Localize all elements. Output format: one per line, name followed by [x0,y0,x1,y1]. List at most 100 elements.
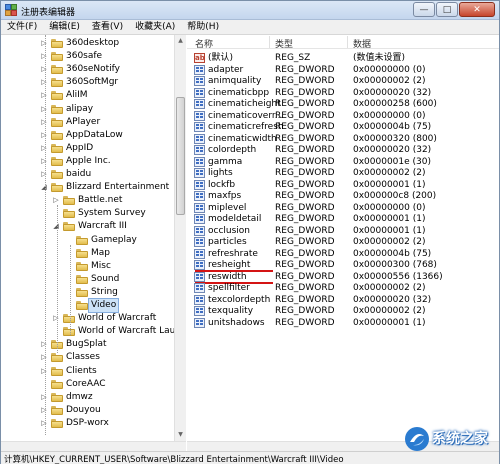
value-type: REG_SZ [275,53,311,63]
tree-item[interactable]: ▷ 360desktop [1,37,174,50]
tree-item[interactable]: ▷ Classes [1,351,174,364]
value-row[interactable]: texquality REG_DWORD 0x00000002 (2) [187,305,499,317]
value-row[interactable]: spellfilter REG_DWORD 0x00000002 (2) [187,282,499,294]
tree-item[interactable]: ▷ 360seNotify [1,63,174,76]
expand-arrow-icon[interactable]: ▷ [40,116,48,129]
value-row[interactable]: unitshadows REG_DWORD 0x00000001 (1) [187,317,499,329]
value-row[interactable]: texcolordepth REG_DWORD 0x00000020 (32) [187,294,499,306]
value-row[interactable]: modeldetail REG_DWORD 0x00000001 (1) [187,213,499,225]
title-bar[interactable]: 注册表编辑器 — □ ✕ [1,1,499,20]
expand-arrow-icon[interactable]: ▷ [40,129,48,142]
folder-icon [51,379,63,389]
menu-favorites[interactable]: 收藏夹(A) [129,20,181,34]
tree-item[interactable]: ▷ Clients [1,365,174,378]
tree-item[interactable]: Misc [1,260,174,273]
value-row[interactable]: particles REG_DWORD 0x00000002 (2) [187,236,499,248]
value-row[interactable]: occlusion REG_DWORD 0x00000001 (1) [187,225,499,237]
expand-arrow-icon[interactable]: ▷ [40,404,48,417]
expand-arrow-icon[interactable]: ▷ [40,351,48,364]
tree-item[interactable]: ▷ Douyou [1,404,174,417]
value-row[interactable]: maxfps REG_DWORD 0x000000c8 (200) [187,190,499,202]
expand-arrow-icon[interactable]: ▷ [40,37,48,50]
tree-item[interactable]: World of Warcraft Laur [1,325,179,338]
value-row[interactable]: cinematicoverr... REG_DWORD 0x00000000 (0) [187,110,499,122]
minimize-button[interactable]: — [413,2,435,17]
header-type[interactable]: 类型 [275,37,293,50]
tree-item[interactable]: ▷ dmwz [1,391,174,404]
tree-item[interactable]: ◢ Warcraft III [1,220,174,233]
window-title: 注册表编辑器 [21,8,76,18]
value-row[interactable]: refreshrate REG_DWORD 0x0000004b (75) [187,248,499,260]
tree-item[interactable]: ▷ Apple Inc. [1,155,174,168]
expand-arrow-icon[interactable]: ▷ [40,417,48,430]
expand-arrow-icon[interactable]: ▷ [52,312,60,325]
close-button[interactable]: ✕ [459,2,495,17]
tree-item[interactable]: ▷ baidu [1,168,174,181]
header-name[interactable]: 名称 [195,37,213,50]
tree-item[interactable]: ▷ DSP-worx [1,417,174,430]
value-row[interactable]: gamma REG_DWORD 0x0000001e (30) [187,156,499,168]
tree-item[interactable]: ▷ Battle.net [1,194,174,207]
tree-item[interactable]: Video [1,298,174,313]
scroll-down-arrow-icon[interactable]: ▼ [175,429,186,441]
value-row[interactable]: animquality REG_DWORD 0x00000002 (2) [187,75,499,87]
tree-item[interactable]: Map [1,247,174,260]
expand-arrow-icon[interactable]: ▷ [40,63,48,76]
value-row[interactable]: lights REG_DWORD 0x00000002 (2) [187,167,499,179]
tree-item[interactable]: ◢ Blizzard Entertainment [1,181,174,194]
tree-item[interactable]: ▷ 360SoftMgr [1,76,174,89]
tree-item[interactable]: ▷ AppDataLow [1,129,174,142]
tree-item[interactable]: ▷ World of Warcraft [1,312,174,325]
header-data[interactable]: 数据 [353,37,371,50]
collapse-arrow-icon[interactable]: ◢ [40,181,48,194]
tree-item[interactable]: ▷ alipay [1,103,174,116]
expand-arrow-icon[interactable]: ▷ [40,365,48,378]
tree-vertical-scrollbar[interactable]: ▲ ▼ [174,35,186,441]
expand-arrow-icon[interactable]: ▷ [40,103,48,116]
value-row[interactable]: cinematicwidth REG_DWORD 0x00000320 (800) [187,133,499,145]
folder-icon [76,274,88,284]
tree-item[interactable]: ▷ 360safe [1,50,174,63]
value-row[interactable]: colordepth REG_DWORD 0x00000020 (32) [187,144,499,156]
menu-file[interactable]: 文件(F) [1,20,43,34]
scroll-thumb[interactable] [176,97,185,215]
expand-arrow-icon[interactable]: ▷ [40,142,48,155]
expand-arrow-icon[interactable]: ▷ [40,50,48,63]
value-row[interactable]: miplevel REG_DWORD 0x00000000 (0) [187,202,499,214]
value-name: cinematicbpp [208,87,270,98]
expand-arrow-icon[interactable]: ▷ [40,168,48,181]
binary-value-icon [194,225,205,236]
column-separator[interactable] [347,36,348,48]
tree-item[interactable]: String [1,286,174,299]
tree-item[interactable]: ▷ APlayer [1,116,174,129]
tree-horizontal-scrollbar[interactable] [1,441,186,451]
tree-item[interactable]: ▷ AppID [1,142,174,155]
tree-item[interactable]: Gameplay [1,234,174,247]
menu-help[interactable]: 帮助(H) [181,20,225,34]
menu-view[interactable]: 查看(V) [86,20,129,34]
tree-item[interactable]: System Survey [1,207,174,220]
registry-key-tree[interactable]: ▷ 360desktop ▷ 360safe ▷ 360seNotify ▷ 360SoftM… [1,35,186,441]
value-row[interactable]: adapter REG_DWORD 0x00000000 (0) [187,64,499,76]
expand-arrow-icon[interactable]: ▷ [40,391,48,404]
value-row[interactable]: (默认) REG_SZ (数值未设置) [187,52,499,64]
value-row[interactable]: cinematicbpp REG_DWORD 0x00000020 (32) [187,87,499,99]
collapse-arrow-icon[interactable]: ◢ [52,220,60,233]
tree-item[interactable]: CoreAAC [1,378,174,391]
menu-edit[interactable]: 编辑(E) [43,20,86,34]
expand-arrow-icon[interactable]: ▷ [40,338,48,351]
value-row[interactable]: lockfb REG_DWORD 0x00000001 (1) [187,179,499,191]
expand-arrow-icon[interactable]: ▷ [40,155,48,168]
expand-arrow-icon[interactable]: ▷ [40,76,48,89]
tree-item[interactable]: Sound [1,273,174,286]
column-separator[interactable] [269,36,270,48]
expand-arrow-icon[interactable]: ▷ [40,89,48,102]
tree-item[interactable]: ▷ AliIM [1,89,174,102]
scroll-up-arrow-icon[interactable]: ▲ [175,35,186,47]
value-row[interactable]: cinematicrefresh REG_DWORD 0x0000004b (75) [187,121,499,133]
tree-item[interactable]: ▷ BugSplat [1,338,174,351]
expand-arrow-icon[interactable]: ▷ [52,194,60,207]
maximize-button[interactable]: □ [436,2,458,17]
folder-icon [51,170,63,179]
value-row[interactable]: cinematicheight REG_DWORD 0x00000258 (600) [187,98,499,110]
